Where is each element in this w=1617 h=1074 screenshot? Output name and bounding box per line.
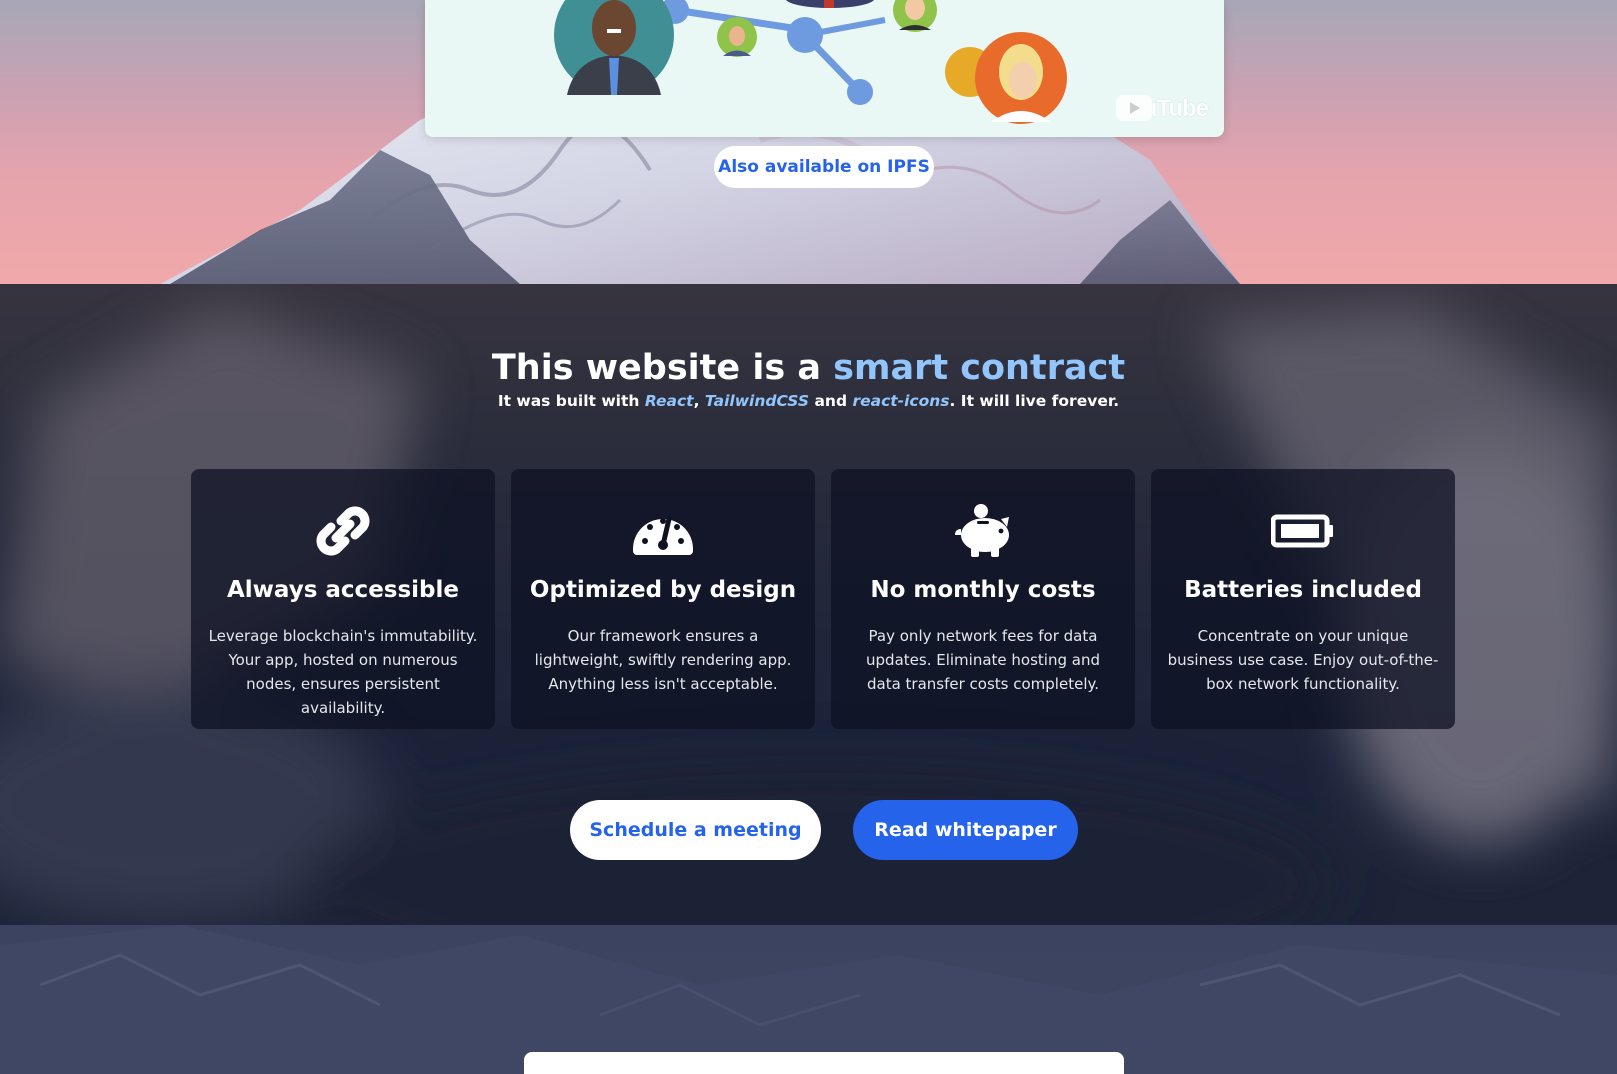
react-icons-link[interactable]: react-icons [852,392,949,410]
piggy-bank-icon [955,504,1009,557]
feature-title: Batteries included [1184,577,1422,603]
feature-card-always-accessible: Always accessible Leverage blockchain's … [191,469,495,729]
subtitle-separator: and [809,392,853,410]
speedometer-icon [633,516,693,555]
feature-description: Leverage blockchain's immutability. Your… [208,627,478,717]
section-title: This website is a smart contract [0,348,1617,388]
hero-section: YouTube Also available on IPFS [0,0,1617,284]
read-whitepaper-button[interactable]: Read whitepaper [853,800,1078,860]
video-thumbnail [554,0,1067,124]
feature-title: Optimized by design [529,577,797,603]
tailwindcss-link[interactable]: TailwindCSS [705,392,809,410]
youtube-logo[interactable]: YouTube [1115,95,1209,123]
feature-title: No monthly costs [870,577,1096,603]
battery-full-icon [1271,514,1333,548]
title-prefix: This website is a [491,348,834,388]
subtitle-separator: , [693,392,705,410]
ipfs-link-button[interactable]: Also available on IPFS [714,146,934,188]
play-icon [1115,95,1152,121]
feature-card-optimized: Optimized by design Our framework ensure… [511,469,815,729]
schedule-meeting-button[interactable]: Schedule a meeting [570,800,821,860]
feature-card-batteries-included: Batteries included Concentrate on your u… [1151,469,1455,729]
features-section: This website is a smart contract It was … [0,284,1617,925]
section-subtitle: It was built with React, TailwindCSS and… [0,392,1617,410]
feature-card-no-monthly-costs: No monthly costs Pay only network fees f… [831,469,1135,729]
feature-description: Pay only network fees for data updates. … [866,627,1100,693]
subtitle-prefix: It was built with [497,392,645,410]
react-link[interactable]: React [645,392,694,410]
link-icon [316,506,370,556]
subtitle-suffix: . It will live forever. [949,392,1120,410]
video-embed[interactable]: YouTube [425,0,1224,137]
feature-description: Our framework ensures a lightweight, swi… [534,627,792,693]
feature-title: Always accessible [226,577,460,603]
bottom-section [0,925,1617,1074]
feature-description: Concentrate on your unique business use … [1167,627,1439,693]
title-accent: smart contract [833,348,1126,388]
content-card [524,1052,1124,1074]
